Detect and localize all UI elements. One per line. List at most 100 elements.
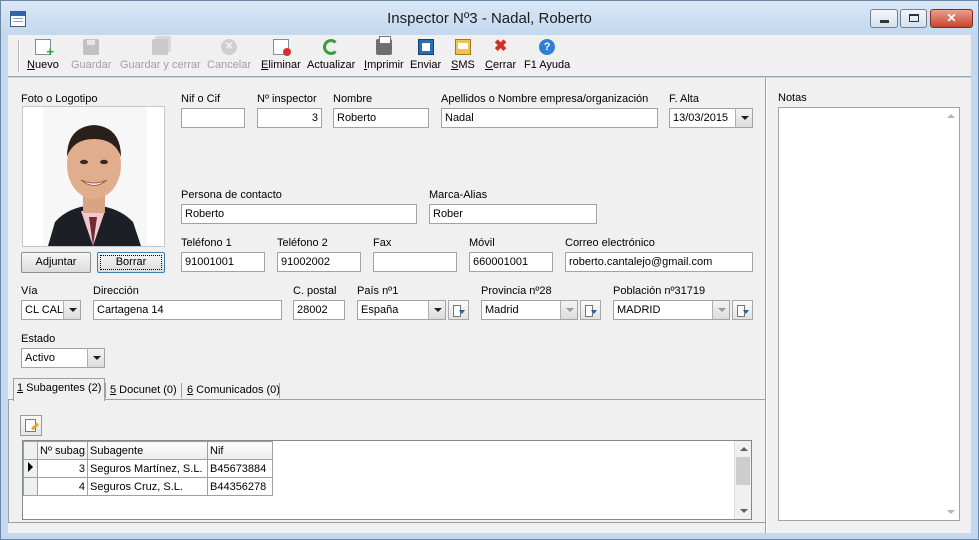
column-header-subagente[interactable]: Subagente <box>87 441 208 460</box>
num-inspector-input[interactable]: 3 <box>257 108 322 128</box>
window-title: Inspector Nº3 - Nadal, Roberto <box>387 10 592 27</box>
chevron-down-icon[interactable] <box>87 349 104 367</box>
help-icon: ? <box>539 39 556 55</box>
falta-date-picker[interactable]: 13/03/2015 <box>669 108 753 128</box>
scroll-up-icon[interactable] <box>947 114 955 118</box>
scroll-thumb[interactable] <box>736 457 750 485</box>
nombre-label: Nombre <box>333 93 373 105</box>
minimize-button[interactable] <box>870 9 898 28</box>
email-label: Correo electrónico <box>565 237 655 249</box>
eliminar-button[interactable]: Eliminar <box>261 39 301 71</box>
cancelar-button[interactable]: ✕ Cancelar <box>207 39 251 71</box>
alias-input[interactable]: Rober <box>429 204 597 224</box>
provincia-label: Provincia nº28 <box>481 285 552 297</box>
nif-input[interactable] <box>181 108 245 128</box>
tel1-input[interactable]: 91001001 <box>181 252 265 272</box>
falta-label: F. Alta <box>669 93 699 105</box>
poblacion-lookup-button[interactable] <box>732 300 753 320</box>
borrar-button[interactable]: Borrar <box>97 252 165 273</box>
toolbar: Nuevo Guardar Guardar y cerrar ✕ Cancela… <box>8 35 971 77</box>
inspector-window: Inspector Nº3 - Nadal, Roberto ✕ Nuevo G… <box>0 0 979 540</box>
send-icon <box>417 39 434 55</box>
scroll-down-icon[interactable] <box>947 510 955 514</box>
tab-bar: 1 Subagentes (2) 5 Docunet (0) 6 Comunic… <box>8 378 766 401</box>
panel-splitter[interactable] <box>765 78 767 533</box>
fax-label: Fax <box>373 237 392 249</box>
provincia-lookup-button[interactable] <box>580 300 601 320</box>
via-label: Vía <box>21 285 38 297</box>
cell-subagente[interactable]: Seguros Martínez, S.L. <box>87 459 208 478</box>
close-icon: ✕ <box>946 11 957 25</box>
poblacion-select[interactable]: MADRID <box>613 300 730 320</box>
column-header-num[interactable]: Nº subag <box>37 441 88 460</box>
refresh-icon <box>323 39 340 55</box>
nombre-input[interactable]: Roberto <box>333 108 429 128</box>
sms-button[interactable]: SMS <box>451 39 475 71</box>
save-close-icon <box>152 39 169 55</box>
apellidos-label: Apellidos o Nombre empresa/organización <box>441 93 649 105</box>
actualizar-button[interactable]: Actualizar <box>307 39 355 71</box>
cell-num[interactable]: 4 <box>37 477 88 496</box>
grid-vertical-scrollbar[interactable] <box>734 441 751 519</box>
fax-input[interactable] <box>373 252 457 272</box>
cell-nif[interactable]: B44356278 <box>207 477 273 496</box>
movil-input[interactable]: 660001001 <box>469 252 553 272</box>
cp-label: C. postal <box>293 285 337 297</box>
tab-subagentes[interactable]: 1 Subagentes (2) <box>13 378 106 401</box>
chevron-down-icon[interactable] <box>560 301 577 319</box>
nuevo-button[interactable]: Nuevo <box>27 39 59 71</box>
column-header-nif[interactable]: Nif <box>207 441 273 460</box>
printer-icon <box>375 36 392 55</box>
close-x-icon: ✖ <box>493 38 508 55</box>
edit-record-button[interactable] <box>20 415 42 436</box>
cerrar-button[interactable]: ✖ Cerrar <box>485 38 516 72</box>
cp-input[interactable]: 28002 <box>293 300 345 320</box>
window-close-button[interactable]: ✕ <box>930 9 973 28</box>
imprimir-button[interactable]: Imprimir <box>364 36 404 71</box>
apellidos-input[interactable]: Nadal <box>441 108 658 128</box>
cell-num[interactable]: 3 <box>37 459 88 478</box>
notes-vertical-scrollbar[interactable] <box>942 108 959 520</box>
guardar-button[interactable]: Guardar <box>71 39 111 71</box>
table-row[interactable]: 4 Seguros Cruz, S.L. B44356278 <box>23 477 273 496</box>
chevron-down-icon[interactable] <box>735 109 752 127</box>
tab-docunet[interactable]: 5 Docunet (0) <box>107 381 180 400</box>
scroll-down-icon[interactable] <box>740 509 748 513</box>
sms-icon <box>454 39 471 55</box>
estado-select[interactable]: Activo <box>21 348 105 368</box>
tel2-label: Teléfono 2 <box>277 237 328 249</box>
pais-select[interactable]: España <box>357 300 446 320</box>
table-row[interactable]: 3 Seguros Martínez, S.L. B45673884 <box>23 459 273 478</box>
contacto-input[interactable]: Roberto <box>181 204 417 224</box>
photo-frame[interactable] <box>22 106 165 247</box>
minimize-icon <box>880 20 889 23</box>
via-select[interactable]: CL CAL <box>21 300 81 320</box>
cell-nif[interactable]: B45673884 <box>207 459 273 478</box>
toolbar-grip[interactable] <box>18 40 20 72</box>
maximize-button[interactable] <box>900 9 927 28</box>
adjuntar-button[interactable]: Adjuntar <box>21 252 91 273</box>
notes-textarea[interactable] <box>778 107 960 521</box>
pais-lookup-button[interactable] <box>448 300 469 320</box>
chevron-down-icon[interactable] <box>428 301 445 319</box>
alias-label: Marca-Alias <box>429 189 488 201</box>
row-indicator-icon <box>23 459 38 478</box>
pais-label: País nº1 <box>357 285 399 297</box>
tel2-input[interactable]: 91002002 <box>277 252 361 272</box>
subagentes-grid[interactable]: Nº subag Subagente Nif 3 Seguros Martíne… <box>22 440 752 520</box>
movil-label: Móvil <box>469 237 495 249</box>
guardar-cerrar-button[interactable]: Guardar y cerrar <box>120 39 201 71</box>
tab-comunicados[interactable]: 6 Comunicados (0) <box>184 381 283 400</box>
enviar-button[interactable]: Enviar <box>410 39 441 71</box>
ayuda-button[interactable]: ? F1 Ayuda <box>524 39 570 71</box>
poblacion-label: Población nº31719 <box>613 285 706 297</box>
scroll-up-icon[interactable] <box>740 447 748 451</box>
maximize-icon <box>909 14 919 22</box>
chevron-down-icon[interactable] <box>63 301 80 319</box>
chevron-down-icon[interactable] <box>712 301 729 319</box>
provincia-select[interactable]: Madrid <box>481 300 578 320</box>
email-input[interactable]: roberto.cantalejo@gmail.com <box>565 252 753 272</box>
notes-label: Notas <box>778 92 807 104</box>
cell-subagente[interactable]: Seguros Cruz, S.L. <box>87 477 208 496</box>
direccion-input[interactable]: Cartagena 14 <box>93 300 282 320</box>
